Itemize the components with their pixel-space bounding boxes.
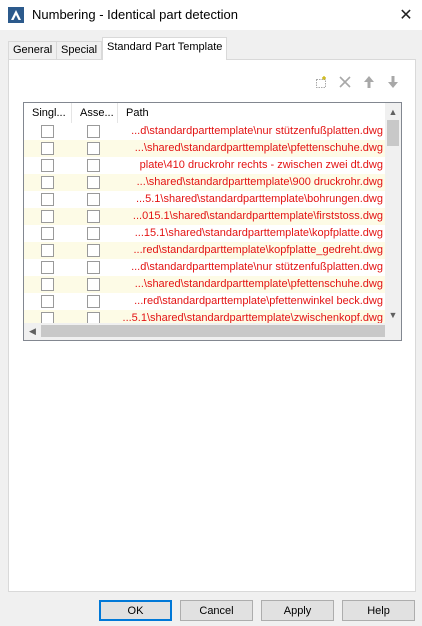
table-row[interactable]: ...5.1\shared\standardparttemplate\zwisc… bbox=[24, 310, 385, 323]
table-row[interactable]: ...\shared\standardparttemplate\pfettens… bbox=[24, 140, 385, 157]
single-part-checkbox[interactable] bbox=[41, 295, 54, 308]
column-header-path[interactable]: Path bbox=[118, 103, 387, 123]
move-up-icon bbox=[364, 76, 374, 88]
path-cell: ...\shared\standardparttemplate\pfettens… bbox=[134, 278, 383, 290]
apply-button[interactable]: Apply bbox=[261, 600, 334, 621]
new-item-icon bbox=[316, 76, 326, 88]
path-cell: ...red\standardparttemplate\kopfplatte_g… bbox=[133, 244, 384, 256]
move-up-button[interactable] bbox=[359, 72, 379, 92]
table-row[interactable]: ...15.1\shared\standardparttemplate\kopf… bbox=[24, 225, 385, 242]
table-row[interactable]: ...5.1\shared\standardparttemplate\bohru… bbox=[24, 191, 385, 208]
assembly-checkbox[interactable] bbox=[87, 295, 100, 308]
tab-special[interactable]: Special bbox=[56, 41, 103, 60]
assembly-checkbox[interactable] bbox=[87, 142, 100, 155]
single-part-checkbox[interactable] bbox=[41, 244, 54, 257]
assembly-checkbox[interactable] bbox=[87, 244, 100, 257]
single-part-checkbox[interactable] bbox=[41, 142, 54, 155]
tab-standard-part-template[interactable]: Standard Part Template bbox=[102, 37, 228, 60]
scroll-down-icon[interactable]: ▼ bbox=[385, 306, 401, 323]
assembly-checkbox[interactable] bbox=[87, 278, 100, 291]
single-part-checkbox[interactable] bbox=[41, 125, 54, 138]
grid-header: Singl... Asse... Path bbox=[24, 103, 385, 123]
single-part-checkbox[interactable] bbox=[41, 176, 54, 189]
single-part-checkbox[interactable] bbox=[41, 261, 54, 274]
title-bar: Numbering - Identical part detection ✕ bbox=[0, 0, 422, 30]
close-icon: ✕ bbox=[399, 7, 413, 24]
ok-button[interactable]: OK bbox=[99, 600, 172, 621]
single-part-checkbox[interactable] bbox=[41, 210, 54, 223]
new-item-button[interactable] bbox=[311, 72, 331, 92]
table-row[interactable]: ...\shared\standardparttemplate\pfettens… bbox=[24, 276, 385, 293]
dialog-buttons: OK Cancel Apply Help bbox=[0, 600, 422, 622]
single-part-checkbox[interactable] bbox=[41, 193, 54, 206]
horizontal-scrollbar[interactable]: ◀ bbox=[24, 323, 385, 340]
assembly-checkbox[interactable] bbox=[87, 125, 100, 138]
vertical-scrollbar[interactable]: ▲ ▼ bbox=[385, 103, 401, 323]
horizontal-scroll-thumb[interactable] bbox=[41, 325, 385, 337]
path-cell: ...d\standardparttemplate\nur stützenfuß… bbox=[131, 261, 383, 273]
single-part-checkbox[interactable] bbox=[41, 159, 54, 172]
delete-icon bbox=[339, 76, 351, 88]
vertical-scroll-thumb[interactable] bbox=[387, 120, 399, 146]
window-title: Numbering - Identical part detection bbox=[32, 7, 238, 22]
scrollbar-corner bbox=[385, 323, 401, 340]
table-row[interactable]: plate\410 druckrohr rechts - zwischen zw… bbox=[24, 157, 385, 174]
grid-rows: ...d\standardparttemplate\nur stützenfuß… bbox=[24, 123, 385, 323]
table-row[interactable]: ...d\standardparttemplate\nur stützenfuß… bbox=[24, 123, 385, 140]
assembly-checkbox[interactable] bbox=[87, 261, 100, 274]
single-part-checkbox[interactable] bbox=[41, 227, 54, 240]
scroll-up-icon[interactable]: ▲ bbox=[385, 103, 401, 120]
path-cell: ...5.1\shared\standardparttemplate\bohru… bbox=[135, 193, 383, 205]
path-cell: ...15.1\shared\standardparttemplate\kopf… bbox=[134, 227, 383, 239]
path-cell: ...\shared\standardparttemplate\pfettens… bbox=[134, 142, 383, 154]
single-part-checkbox[interactable] bbox=[41, 278, 54, 291]
single-part-checkbox[interactable] bbox=[41, 312, 54, 323]
move-down-button[interactable] bbox=[383, 72, 403, 92]
delete-button[interactable] bbox=[335, 72, 355, 92]
path-cell: ...red\standardparttemplate\pfettenwinke… bbox=[134, 295, 383, 307]
assembly-checkbox[interactable] bbox=[87, 210, 100, 223]
table-row[interactable]: ...d\standardparttemplate\nur stützenfuß… bbox=[24, 259, 385, 276]
tab-general[interactable]: General bbox=[8, 41, 58, 60]
path-cell: ...d\standardparttemplate\nur stützenfuß… bbox=[131, 125, 383, 137]
table-row[interactable]: ...red\standardparttemplate\pfettenwinke… bbox=[24, 293, 385, 310]
move-down-icon bbox=[388, 76, 398, 88]
assembly-checkbox[interactable] bbox=[87, 176, 100, 189]
path-cell: plate\410 druckrohr rechts - zwischen zw… bbox=[139, 159, 383, 171]
grid-toolbar bbox=[311, 72, 403, 92]
assembly-checkbox[interactable] bbox=[87, 193, 100, 206]
tab-panel: Singl... Asse... Path ...d\standardpartt… bbox=[8, 59, 416, 592]
column-header-assembly[interactable]: Asse... bbox=[72, 103, 118, 123]
scroll-left-icon[interactable]: ◀ bbox=[24, 323, 41, 340]
help-button[interactable]: Help bbox=[342, 600, 415, 621]
column-header-single[interactable]: Singl... bbox=[24, 103, 72, 123]
close-button[interactable]: ✕ bbox=[390, 0, 422, 30]
template-grid: Singl... Asse... Path ...d\standardpartt… bbox=[23, 102, 402, 341]
table-row[interactable]: ...015.1\shared\standardparttemplate\fir… bbox=[24, 208, 385, 225]
cancel-button[interactable]: Cancel bbox=[180, 600, 253, 621]
assembly-checkbox[interactable] bbox=[87, 227, 100, 240]
app-logo-icon bbox=[8, 7, 24, 23]
assembly-checkbox[interactable] bbox=[87, 159, 100, 172]
path-cell: ...\shared\standardparttemplate\900 druc… bbox=[136, 176, 383, 188]
path-cell: ...015.1\shared\standardparttemplate\fir… bbox=[132, 210, 383, 222]
table-row[interactable]: ...\shared\standardparttemplate\900 druc… bbox=[24, 174, 385, 191]
assembly-checkbox[interactable] bbox=[87, 312, 100, 323]
table-row[interactable]: ...red\standardparttemplate\kopfplatte_g… bbox=[24, 242, 385, 259]
path-cell: ...5.1\shared\standardparttemplate\zwisc… bbox=[122, 312, 383, 323]
